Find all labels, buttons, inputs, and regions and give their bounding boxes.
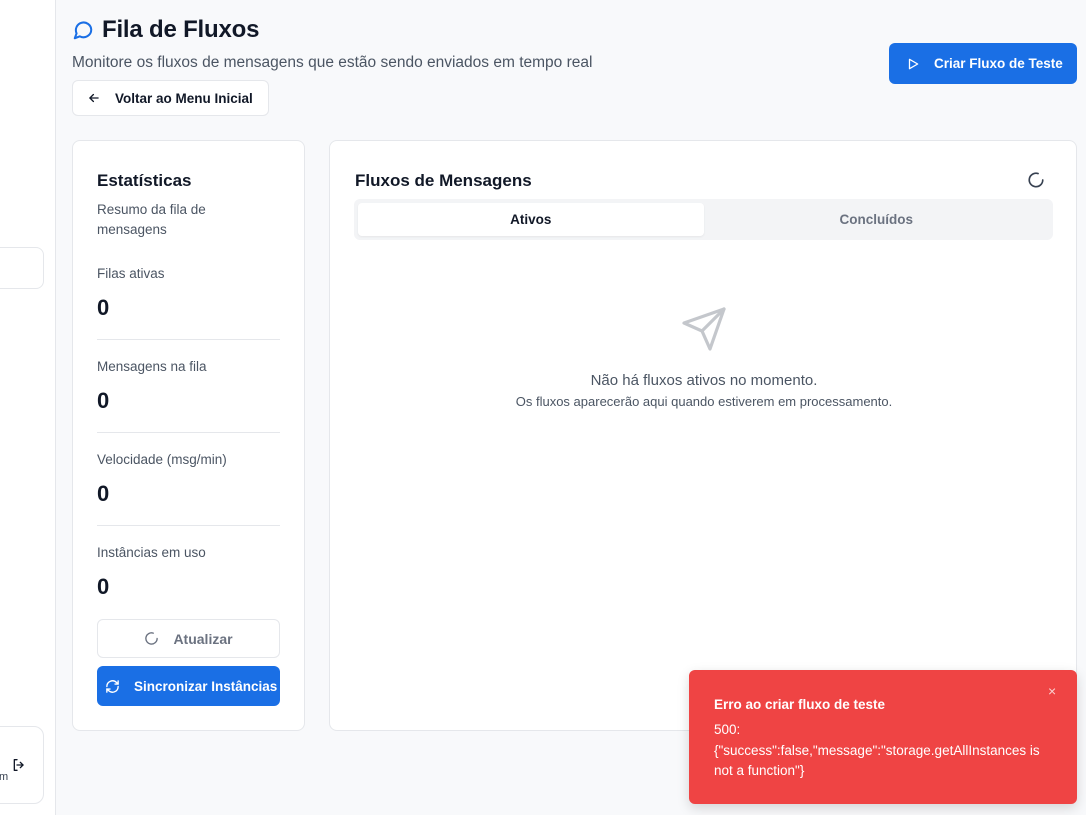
stat-speed: Velocidade (msg/min) 0 [97,452,280,507]
empty-state-subtitle: Os fluxos aparecerão aqui quando estiver… [515,394,893,409]
flows-card: Fluxos de Mensagens Ativos Concluídos Nã… [329,140,1077,731]
arrow-left-icon [89,93,99,103]
tab-completed[interactable]: Concluídos [704,203,1050,236]
tab-active[interactable]: Ativos [358,203,704,236]
sidebar-nav-item[interactable] [0,247,44,289]
sync-instances-label: Sincronizar Instâncias [134,678,278,694]
divider [97,432,280,433]
statistics-card: Estatísticas Resumo da fila de mensagens… [72,140,305,731]
page-title: Fila de Fluxos [102,16,260,43]
stat-value: 0 [97,295,110,320]
page-header: Fila de Fluxos [72,16,259,44]
stat-active-queues: Filas ativas 0 [97,266,280,321]
refresh-stats-label: Atualizar [173,630,233,647]
sync-instances-button[interactable]: Sincronizar Instâncias [97,666,280,706]
divider [97,525,280,526]
flows-title: Fluxos de Mensagens [355,171,532,190]
stat-instances-in-use: Instâncias em uso 0 [97,545,280,600]
statistics-description: Resumo da fila de mensagens [97,202,206,237]
stat-value: 0 [97,388,110,413]
divider [97,339,280,340]
stat-label: Instâncias em uso [97,545,206,560]
toast-message: 500: {"success":false,"message":"storage… [714,722,1040,778]
logout-icon[interactable] [11,757,27,773]
stat-label: Mensagens na fila [97,359,207,374]
play-icon [908,58,919,69]
toast-title: Erro ao criar fluxo de teste [714,697,886,712]
stat-messages-in-queue: Mensagens na fila 0 [97,359,280,414]
error-toast: Erro ao criar fluxo de teste 500: {"succ… [689,670,1077,804]
back-to-menu-button[interactable]: Voltar ao Menu Inicial [72,80,269,116]
refresh-icon[interactable] [1027,171,1045,189]
message-circle-icon [73,21,93,40]
page-subtitle: Monitore os fluxos de mensagens que estã… [72,54,593,71]
stat-value: 0 [97,574,110,599]
back-button-label: Voltar ao Menu Inicial [115,90,253,106]
statistics-title: Estatísticas [97,171,192,190]
stat-value: 0 [97,481,110,506]
create-test-flow-label: Criar Fluxo de Teste [934,56,1063,71]
refresh-stats-button[interactable]: Atualizar [97,619,280,658]
refresh-cw-icon [106,679,119,693]
close-icon[interactable]: × [1048,683,1056,699]
sidebar: m [0,0,56,815]
sidebar-user-card[interactable]: m [0,726,44,804]
loader-icon [145,632,159,645]
stat-label: Filas ativas [97,266,165,281]
stat-label: Velocidade (msg/min) [97,452,227,467]
send-icon [682,307,726,351]
empty-state-title: Não há fluxos ativos no momento. [590,372,818,389]
create-test-flow-button[interactable]: Criar Fluxo de Teste [889,43,1077,84]
flow-tabs: Ativos Concluídos [354,199,1053,240]
sidebar-user-label: m [0,771,9,783]
